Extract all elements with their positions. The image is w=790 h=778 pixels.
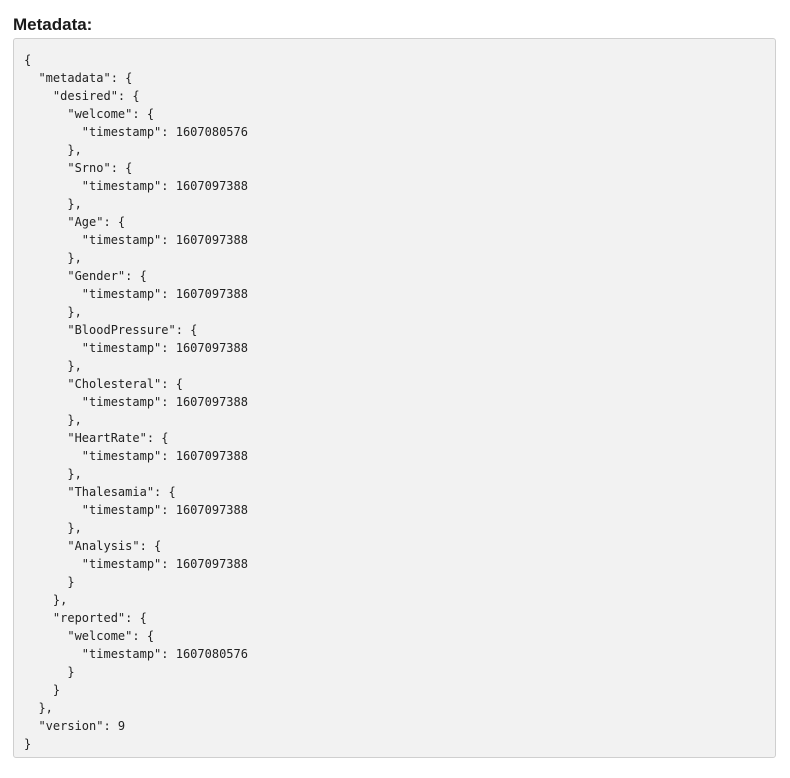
code-line: }, <box>24 197 82 211</box>
code-line: "timestamp": 1607080576 <box>24 125 248 139</box>
code-line: } <box>24 575 75 589</box>
metadata-section: Metadata: { "metadata": { "desired": { "… <box>0 0 790 778</box>
code-line: "reported": { <box>24 611 147 625</box>
code-content: { "metadata": { "desired": { "welcome": … <box>24 51 248 753</box>
code-line: "timestamp": 1607097388 <box>24 395 248 409</box>
code-line: }, <box>24 467 82 481</box>
code-line: }, <box>24 305 82 319</box>
code-line: } <box>24 683 61 697</box>
code-line: "Srno": { <box>24 161 133 175</box>
code-line: }, <box>24 359 82 373</box>
code-line: "version": 9 <box>24 719 126 733</box>
code-line: { <box>24 53 32 67</box>
code-line: "timestamp": 1607080576 <box>24 647 248 661</box>
code-line: "Age": { <box>24 215 126 229</box>
code-line: "HeartRate": { <box>24 431 169 445</box>
code-line: "Thalesamia": { <box>24 485 176 499</box>
code-line: "desired": { <box>24 89 140 103</box>
code-line: "BloodPressure": { <box>24 323 198 337</box>
code-block[interactable]: { "metadata": { "desired": { "welcome": … <box>13 38 776 758</box>
code-line: "timestamp": 1607097388 <box>24 233 248 247</box>
code-line: }, <box>24 251 82 265</box>
code-line: }, <box>24 593 68 607</box>
code-line: "timestamp": 1607097388 <box>24 449 248 463</box>
code-line: "timestamp": 1607097388 <box>24 503 248 517</box>
code-line: "welcome": { <box>24 629 155 643</box>
code-line: "metadata": { <box>24 71 133 85</box>
code-line: "Gender": { <box>24 269 147 283</box>
code-line: }, <box>24 701 53 715</box>
code-line: "welcome": { <box>24 107 155 121</box>
code-line: } <box>24 737 32 751</box>
code-line: "timestamp": 1607097388 <box>24 341 248 355</box>
code-line: "timestamp": 1607097388 <box>24 287 248 301</box>
code-line: "timestamp": 1607097388 <box>24 557 248 571</box>
code-line: } <box>24 665 75 679</box>
code-line: }, <box>24 143 82 157</box>
code-line: }, <box>24 521 82 535</box>
code-line: "Analysis": { <box>24 539 162 553</box>
section-title: Metadata: <box>13 15 93 34</box>
code-line: }, <box>24 413 82 427</box>
code-line: "timestamp": 1607097388 <box>24 179 248 193</box>
code-line: "Cholesteral": { <box>24 377 183 391</box>
